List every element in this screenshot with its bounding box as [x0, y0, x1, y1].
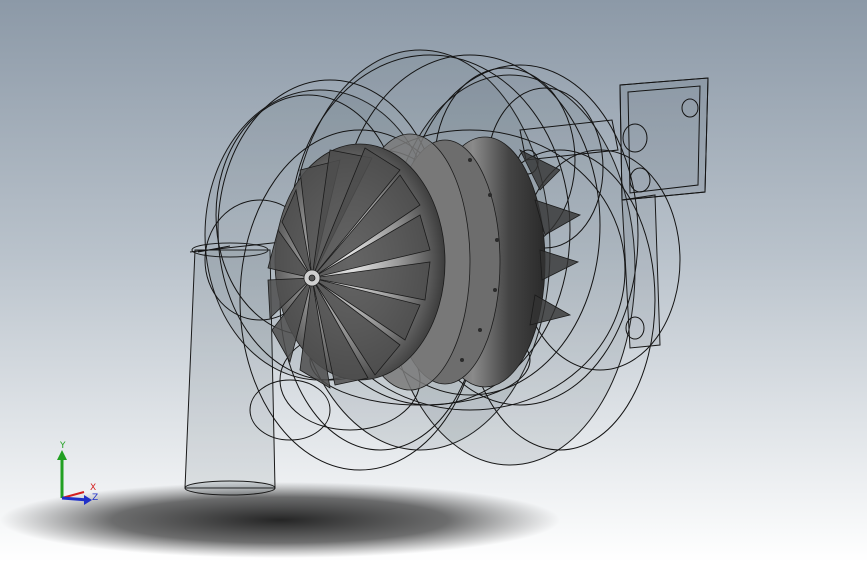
triad-axes [57, 450, 92, 505]
y-arrow-icon [57, 450, 67, 460]
model-scene[interactable] [0, 0, 867, 562]
graphics-viewport[interactable]: Y X Z [0, 0, 867, 562]
z-arrow-icon [84, 495, 92, 505]
orientation-triad: Y X Z [48, 440, 108, 510]
z-label: Z [92, 493, 99, 503]
y-label: Y [60, 441, 66, 451]
x-label: X [90, 483, 97, 493]
